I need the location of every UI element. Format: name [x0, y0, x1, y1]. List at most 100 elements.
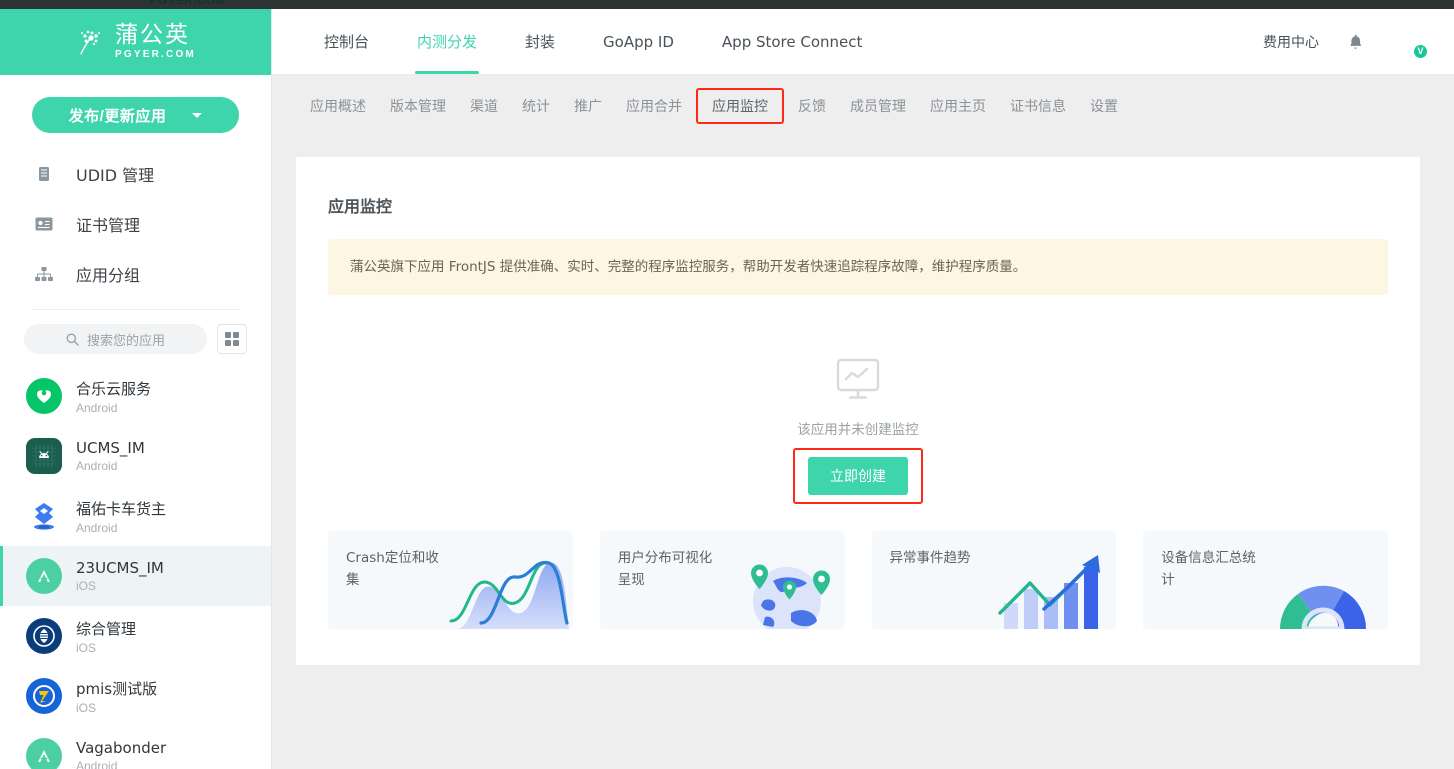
create-now-button[interactable]: 立即创建: [808, 457, 908, 496]
chevron-down-icon: [192, 112, 203, 118]
avatar: [26, 558, 62, 594]
brand-name-cn: 蒲公英: [115, 22, 191, 48]
subtab-certificate-info[interactable]: 证书信息: [998, 90, 1078, 122]
subtab-app-merge[interactable]: 应用合并: [614, 90, 694, 122]
subtab-member-management[interactable]: 成员管理: [838, 90, 918, 122]
grid-cell: [233, 340, 239, 346]
sitemap-icon: [34, 266, 54, 282]
list-item[interactable]: 福佑卡车货主 Android: [0, 486, 271, 546]
app-list: 合乐云服务 Android UCMS_IM Android 福佑卡车货主 And…: [0, 366, 271, 769]
feature-title: 设备信息汇总统计: [1161, 550, 1256, 589]
verified-badge: V: [1413, 43, 1428, 59]
sidebar-item-certificates[interactable]: 证书管理: [0, 199, 271, 249]
list-item[interactable]: 合乐云服务 Android: [0, 366, 271, 426]
feature-card-device-stats[interactable]: 设备信息汇总统计: [1143, 531, 1388, 629]
app-name: pmis测试版: [76, 679, 158, 698]
subtab-app-homepage[interactable]: 应用主页: [918, 90, 998, 122]
sidebar-search-row: 搜索您的应用: [0, 310, 271, 354]
page-title: 应用监控: [328, 197, 393, 216]
app-name: UCMS_IM: [76, 439, 145, 457]
grid-cell: [225, 340, 231, 346]
brand-name-en: PGYER.COM: [115, 49, 196, 60]
list-item[interactable]: pmis测试版 iOS: [0, 666, 271, 726]
app-name: Vagabonder: [76, 739, 167, 757]
area-chart-art: [449, 560, 569, 629]
sidebar-nav: UDID 管理 证书管理 应用分组: [0, 149, 271, 299]
publish-button-label: 发布/更新应用: [68, 107, 167, 125]
feature-title: 用户分布可视化呈现: [617, 550, 713, 589]
app-monitoring-panel: 应用监控 蒲公英旗下应用 FrontJS 提供准确、实时、完整的程序监控服务，帮…: [296, 157, 1420, 665]
app-name: 合乐云服务: [76, 379, 152, 398]
sidebar-item-certificates-label: 证书管理: [76, 216, 141, 235]
tab-app-store-connect[interactable]: App Store Connect: [698, 9, 887, 74]
top-navigation-bar: 控制台 内测分发 封装 GoApp ID App Store Connect 费…: [272, 9, 1454, 75]
subtab-app-monitoring[interactable]: 应用监控: [696, 88, 784, 124]
feature-card-user-distribution[interactable]: 用户分布可视化呈现: [599, 531, 845, 629]
app-name: 综合管理: [76, 619, 137, 638]
sidebar-item-app-groups[interactable]: 应用分组: [0, 249, 271, 299]
subtab-feedback[interactable]: 反馈: [786, 90, 838, 122]
app-platform: Android: [76, 400, 118, 415]
search-placeholder: 搜索您的应用: [86, 332, 165, 348]
list-item-selected[interactable]: 23UCMS_IM iOS: [0, 546, 271, 606]
app-page: 蒲公英 PGYER.COM 发布/更新应用 UDID 管理 证书管理 应用分组 …: [0, 9, 1454, 769]
id-card-icon: [34, 217, 54, 231]
tab-console[interactable]: 控制台: [300, 9, 393, 74]
feature-cards: Crash定位和收集 用户分布可视化呈现 异常事件趋势 设备信息汇总统计: [328, 531, 1388, 629]
tab-packaging[interactable]: 封装: [501, 9, 579, 74]
feature-title: 异常事件趋势: [889, 550, 971, 566]
subtab-promotion[interactable]: 推广: [562, 90, 614, 122]
avatar: [26, 738, 62, 769]
list-item[interactable]: Vagabonder Android: [0, 726, 271, 769]
sidebar-item-app-groups-label: 应用分组: [76, 266, 141, 285]
subtab-statistics[interactable]: 统计: [510, 90, 562, 122]
avatar[interactable]: V: [1392, 25, 1428, 59]
browser-chrome-strip: PGYER.COM: [0, 0, 1454, 9]
top-nav: 控制台 内测分发 封装 GoApp ID App Store Connect: [272, 9, 886, 74]
top-bar-right: 费用中心 V: [1263, 25, 1454, 59]
avatar: [26, 378, 62, 414]
avatar: [26, 498, 62, 534]
grid-cell: [233, 332, 239, 338]
feature-card-crash[interactable]: Crash定位和收集: [328, 531, 573, 629]
subtab-version-management[interactable]: 版本管理: [378, 90, 458, 122]
monitor-chart-icon: [835, 357, 881, 406]
app-name: 福佑卡车货主: [76, 499, 167, 518]
list-item[interactable]: 综合管理 iOS: [0, 606, 271, 666]
sidebar-item-udid[interactable]: UDID 管理: [0, 149, 271, 199]
tab-beta-distribution[interactable]: 内测分发: [393, 9, 501, 74]
globe-pins-art: [750, 564, 830, 629]
list-item[interactable]: UCMS_IM Android: [0, 426, 271, 486]
bell-icon[interactable]: [1347, 33, 1364, 51]
subtab-settings[interactable]: 设置: [1078, 90, 1130, 122]
info-notice-banner: 蒲公英旗下应用 FrontJS 提供准确、实时、完整的程序监控服务，帮助开发者快…: [328, 239, 1388, 296]
subtab-channels[interactable]: 渠道: [458, 90, 510, 122]
app-platform: iOS: [76, 640, 97, 655]
feature-card-event-trends[interactable]: 异常事件趋势: [871, 531, 1117, 629]
app-platform: Android: [76, 759, 118, 769]
publish-update-app-button[interactable]: 发布/更新应用: [32, 97, 239, 133]
sidebar-item-udid-label: UDID 管理: [76, 166, 155, 185]
search-input[interactable]: 搜索您的应用: [24, 324, 207, 354]
bar-arrow-art: [998, 555, 1101, 629]
grid-cell: [225, 332, 231, 338]
empty-state-text: 该应用并未创建监控: [797, 422, 919, 439]
brand-header[interactable]: 蒲公英 PGYER.COM: [0, 9, 271, 75]
app-platform: iOS: [76, 579, 97, 593]
app-subtabs: 应用概述 版本管理 渠道 统计 推广 应用合并 应用监控 反馈 成员管理 应用主…: [272, 75, 1454, 137]
app-name: 23UCMS_IM: [76, 559, 164, 577]
avatar: [26, 618, 62, 654]
chip-icon: [34, 166, 54, 182]
grid-view-icon[interactable]: [217, 324, 247, 354]
search-icon: [66, 333, 79, 346]
donut-gauge-art: [1280, 585, 1367, 629]
empty-state: 该应用并未创建监控 立即创建: [296, 357, 1420, 505]
tab-goapp-id[interactable]: GoApp ID: [579, 9, 698, 74]
app-platform: iOS: [76, 700, 97, 715]
fee-center-link[interactable]: 费用中心: [1263, 32, 1319, 52]
app-platform: Android: [76, 459, 118, 473]
subtab-app-overview[interactable]: 应用概述: [298, 90, 378, 122]
feature-title: Crash定位和收集: [346, 550, 439, 589]
avatar: [26, 678, 62, 714]
app-platform: Android: [76, 520, 118, 535]
